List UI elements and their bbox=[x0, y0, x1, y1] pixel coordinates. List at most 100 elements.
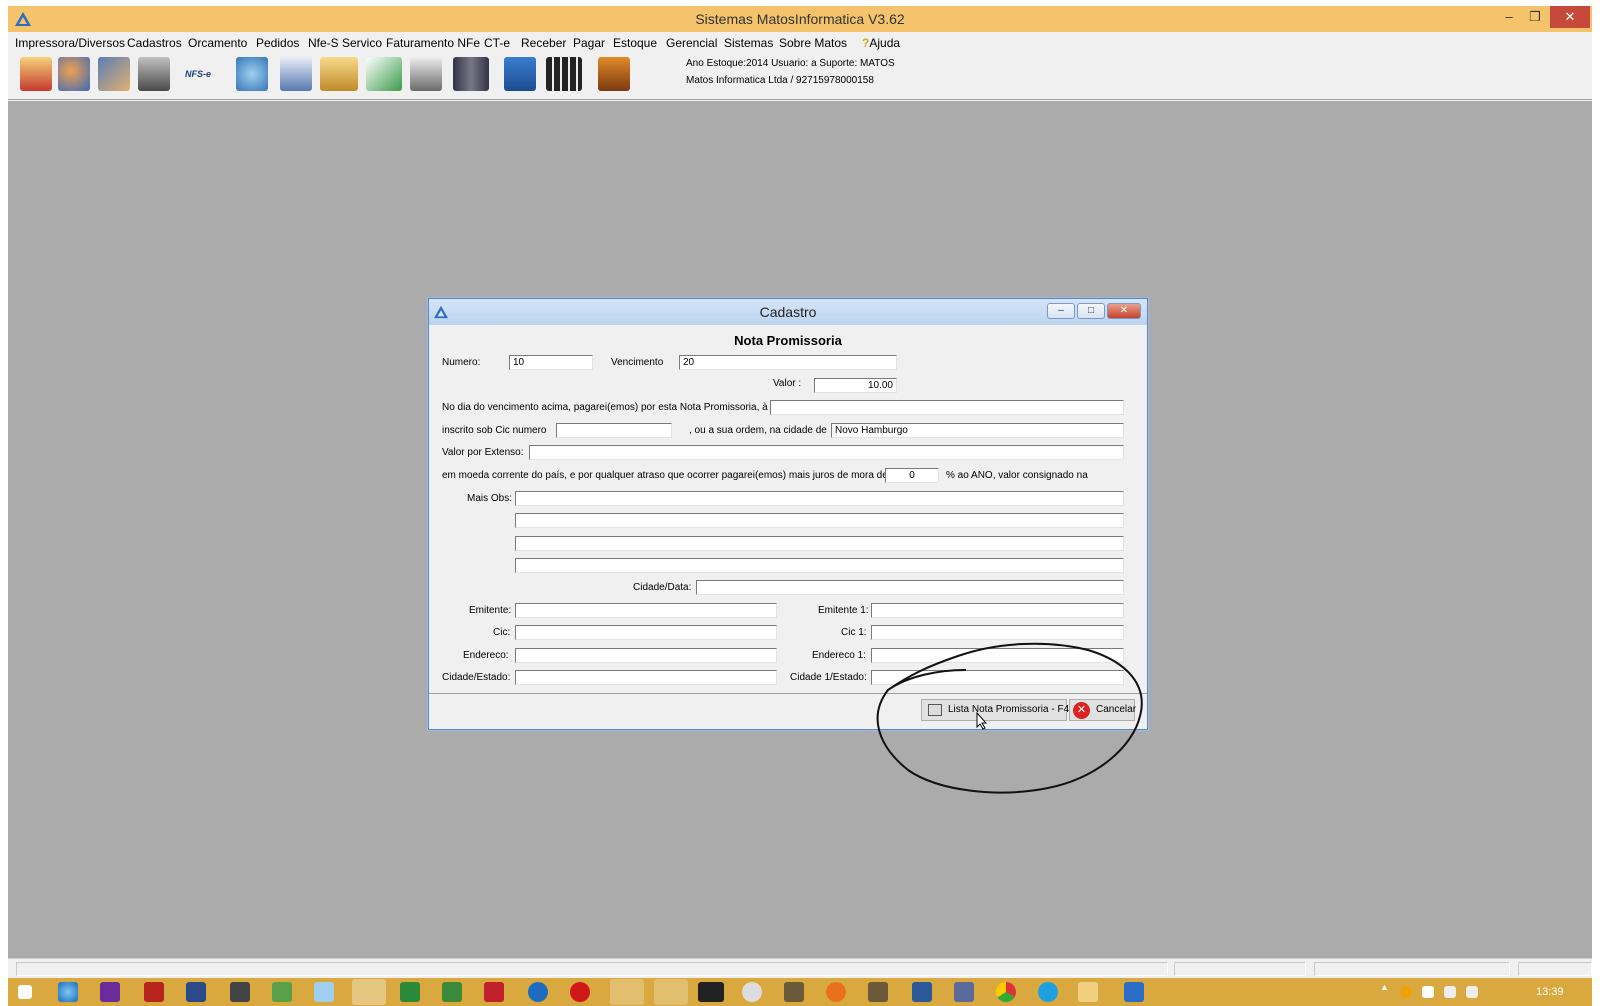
calculator-icon[interactable] bbox=[546, 57, 582, 91]
endereco1-field[interactable] bbox=[871, 648, 1124, 663]
cidade1-estado-field[interactable] bbox=[871, 670, 1124, 685]
cancel-button-label: Cancelar bbox=[1096, 704, 1137, 715]
close-button[interactable]: ✕ bbox=[1550, 6, 1590, 28]
app-icon-7[interactable] bbox=[868, 982, 888, 1002]
explorer-icon[interactable] bbox=[1078, 982, 1098, 1002]
menu-pagar[interactable]: Pagar bbox=[573, 36, 605, 50]
obs-field-2[interactable] bbox=[515, 513, 1124, 528]
valor-extenso-field[interactable] bbox=[529, 445, 1124, 460]
ie-icon[interactable] bbox=[58, 982, 78, 1002]
app-icon-9[interactable] bbox=[954, 982, 974, 1002]
cidade-field[interactable] bbox=[831, 423, 1124, 438]
minimize-button[interactable]: – bbox=[1496, 6, 1522, 28]
numero-field[interactable] bbox=[509, 355, 593, 370]
browser-icon[interactable] bbox=[528, 982, 548, 1002]
vencimento-label: Vencimento bbox=[611, 357, 664, 368]
menu-ajuda[interactable]: ?Ajuda bbox=[862, 36, 900, 50]
nfse-icon[interactable]: NFS-e bbox=[180, 57, 216, 91]
network-icon[interactable] bbox=[1444, 986, 1456, 998]
boxes-icon[interactable] bbox=[320, 57, 358, 91]
cic-field[interactable] bbox=[515, 625, 777, 640]
skype-icon[interactable] bbox=[1038, 982, 1058, 1002]
gift-icon[interactable] bbox=[20, 57, 52, 91]
valor-field[interactable] bbox=[814, 378, 897, 393]
tool-icon[interactable] bbox=[230, 982, 250, 1002]
menu-estoque[interactable]: Estoque bbox=[613, 36, 657, 50]
app-icon-2[interactable] bbox=[314, 982, 334, 1002]
status-panel-3 bbox=[1314, 962, 1510, 976]
dialog-maximize-button[interactable]: □ bbox=[1077, 303, 1105, 319]
lista-nota-promissoria-button[interactable]: Lista Nota Promissoria - F4 bbox=[921, 699, 1069, 721]
filezilla-icon[interactable] bbox=[144, 982, 164, 1002]
dialog-body: Nota Promissoria Numero: Vencimento Valo… bbox=[429, 325, 1147, 729]
taskbar-active-app[interactable] bbox=[352, 979, 386, 1005]
flag-icon[interactable] bbox=[1422, 986, 1434, 998]
app-icon-1[interactable] bbox=[272, 982, 292, 1002]
document-edit-icon[interactable] bbox=[280, 57, 312, 91]
firefox-icon[interactable] bbox=[826, 982, 846, 1002]
app-icon-8[interactable] bbox=[912, 982, 932, 1002]
menu-faturamento-nfe[interactable]: Faturamento NFe bbox=[386, 36, 480, 50]
cidade-estado-field[interactable] bbox=[515, 670, 777, 685]
app-icon-3[interactable] bbox=[400, 982, 420, 1002]
phone-icon[interactable] bbox=[236, 57, 268, 91]
obs-field-1[interactable] bbox=[515, 491, 1124, 506]
vencimento-field[interactable] bbox=[679, 355, 897, 370]
mais-obs-label: Mais Obs: bbox=[467, 493, 513, 504]
printer-icon bbox=[928, 704, 942, 716]
users-icon[interactable] bbox=[58, 57, 90, 91]
taskbar-notepad[interactable] bbox=[654, 979, 688, 1005]
menu-receber[interactable]: Receber bbox=[521, 36, 566, 50]
printer-icon[interactable] bbox=[138, 57, 170, 91]
volume-icon[interactable] bbox=[1466, 986, 1478, 998]
app-icon-4[interactable] bbox=[442, 982, 462, 1002]
endereco-field[interactable] bbox=[515, 648, 777, 663]
chrome-icon[interactable] bbox=[996, 982, 1016, 1002]
obs-field-3[interactable] bbox=[515, 536, 1124, 551]
menu-impressora[interactable]: Impressora/Diversos bbox=[15, 36, 125, 50]
cic-numero-field[interactable] bbox=[556, 423, 672, 438]
menu-nfe-s-servico[interactable]: Nfe-S Servico bbox=[308, 36, 382, 50]
menu-pedidos[interactable]: Pedidos bbox=[256, 36, 299, 50]
obs-field-4[interactable] bbox=[515, 558, 1124, 573]
menu-gerencial[interactable]: Gerencial bbox=[666, 36, 717, 50]
juros-field[interactable] bbox=[885, 468, 939, 483]
taskbar-matos-app[interactable] bbox=[610, 979, 644, 1005]
menu-sobre-matos[interactable]: Sobre Matos bbox=[779, 36, 847, 50]
truck-icon[interactable] bbox=[98, 57, 130, 91]
dialog-minimize-button[interactable]: – bbox=[1047, 303, 1075, 319]
checklist-icon[interactable] bbox=[410, 57, 442, 91]
visual-studio-icon[interactable] bbox=[100, 982, 120, 1002]
opera-icon[interactable] bbox=[570, 982, 590, 1002]
restore-button[interactable]: ❐ bbox=[1522, 6, 1548, 28]
tray-app-icon[interactable] bbox=[1400, 986, 1412, 998]
start-icon[interactable] bbox=[18, 985, 32, 999]
save-icon[interactable] bbox=[504, 57, 536, 91]
beneficiario-field[interactable] bbox=[770, 400, 1124, 415]
remote-desktop-icon[interactable] bbox=[186, 982, 206, 1002]
menu-sistemas[interactable]: Sistemas bbox=[724, 36, 773, 50]
moeda-corrente-text: em moeda corrente do país, e por qualque… bbox=[442, 470, 888, 481]
clock[interactable]: 13:39 bbox=[1536, 986, 1564, 998]
title-bar: Sistemas MatosInformatica V3.62 – ❐ ✕ bbox=[8, 6, 1592, 32]
window-title: Sistemas MatosInformatica V3.62 bbox=[695, 11, 905, 27]
exit-icon[interactable] bbox=[598, 57, 630, 91]
tools-icon[interactable] bbox=[453, 57, 489, 91]
cidade-data-field[interactable] bbox=[696, 580, 1124, 595]
menu-ct-e[interactable]: CT-e bbox=[484, 36, 510, 50]
menu-cadastros[interactable]: Cadastros bbox=[127, 36, 182, 50]
dialog-close-button[interactable]: ✕ bbox=[1107, 303, 1141, 319]
menu-orcamento[interactable]: Orcamento bbox=[188, 36, 247, 50]
matos-app-icon[interactable] bbox=[1124, 982, 1144, 1002]
cmd-icon[interactable] bbox=[698, 982, 724, 1002]
tray-expand-icon[interactable]: ▲ bbox=[1380, 982, 1390, 1002]
emitente1-field[interactable] bbox=[871, 603, 1124, 618]
cic1-field[interactable] bbox=[871, 625, 1124, 640]
cancelar-button[interactable]: ✕ Cancelar bbox=[1069, 699, 1137, 721]
app-icon-5[interactable] bbox=[742, 982, 762, 1002]
emitente-field[interactable] bbox=[515, 603, 777, 618]
mail-icon[interactable] bbox=[366, 57, 402, 91]
mouse-cursor-icon bbox=[976, 712, 988, 730]
acrobat-icon[interactable] bbox=[484, 982, 504, 1002]
app-icon-6[interactable] bbox=[784, 982, 804, 1002]
